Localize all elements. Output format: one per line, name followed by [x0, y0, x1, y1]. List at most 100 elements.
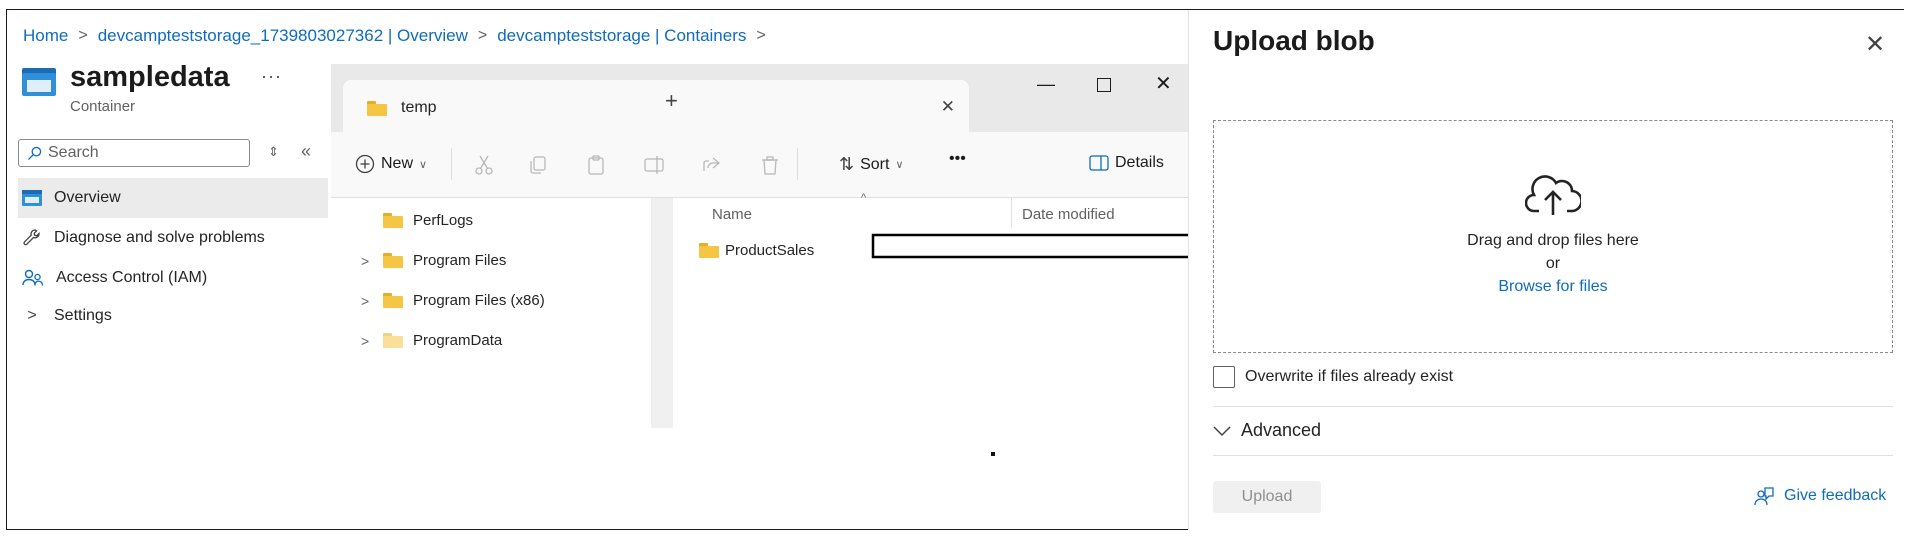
tree-item-label: Program Files (x86): [413, 292, 545, 309]
tree-item-perflogs[interactable]: PerfLogs: [361, 212, 473, 229]
breadcrumb-containers[interactable]: devcampteststorage | Containers: [497, 26, 746, 46]
search-input[interactable]: Search: [18, 139, 250, 167]
sort-icon: ⇅: [839, 154, 855, 174]
folder-icon: [367, 100, 387, 116]
more-options-button[interactable]: •••: [949, 150, 966, 168]
overwrite-checkbox[interactable]: Overwrite if files already exist: [1213, 366, 1453, 388]
breadcrumb: Home > devcampteststorage_1739803027362 …: [23, 26, 766, 46]
advanced-label: Advanced: [1241, 420, 1322, 440]
close-tab-icon[interactable]: ✕: [941, 97, 955, 117]
advanced-section-toggle[interactable]: Advanced: [1213, 420, 1321, 441]
tree-item-label: ProgramData: [413, 332, 503, 349]
chevron-right-icon: >: [756, 27, 766, 44]
share-icon[interactable]: [701, 154, 723, 176]
close-window-button[interactable]: ✕: [1155, 71, 1172, 96]
sort-label: Sort: [860, 155, 890, 173]
drop-instructions: Drag and drop files here: [1467, 232, 1639, 249]
folder-icon: [699, 243, 719, 258]
chevron-right-icon: >: [477, 27, 488, 44]
upload-blob-panel: Upload blob ✕ Drag and drop files here o…: [1188, 10, 1905, 530]
details-button[interactable]: Details: [1089, 154, 1164, 172]
paste-icon[interactable]: [585, 154, 607, 176]
chevron-down-icon: ∨: [419, 158, 428, 171]
details-label: Details: [1115, 154, 1164, 171]
blade-header: sampledata Container: [22, 61, 230, 115]
wrench-icon: [23, 229, 40, 246]
tree-item-label: Program Files: [413, 252, 507, 269]
navigation-tree: PerfLogs > Program Files > Program Files…: [331, 198, 651, 428]
breadcrumb-home[interactable]: Home: [23, 26, 68, 46]
panel-title: Upload blob: [1213, 25, 1375, 56]
breadcrumb-storage-overview[interactable]: devcampteststorage_1739803027362 | Overv…: [98, 26, 468, 46]
sidebar-item-label: Diagnose and solve problems: [54, 229, 265, 246]
expand-collapse-icon[interactable]: ⇕: [268, 144, 279, 160]
sidebar-item-overview[interactable]: Overview: [18, 178, 328, 218]
more-options-button[interactable]: ···: [261, 66, 282, 87]
delete-icon[interactable]: [759, 154, 781, 176]
page-title: sampledata: [70, 61, 230, 93]
file-name: ProductSales: [725, 242, 815, 259]
mouse-cursor-dot: [991, 452, 995, 456]
details-pane-icon: [1089, 155, 1109, 171]
sidebar-item-iam[interactable]: Access Control (IAM): [18, 258, 328, 298]
feedback-icon: [1754, 487, 1774, 506]
browse-files-link[interactable]: Browse for files: [1214, 278, 1892, 296]
give-feedback-link[interactable]: Give feedback: [1754, 485, 1886, 507]
sidebar-item-label: Access Control (IAM): [56, 269, 208, 286]
sidebar-item-settings[interactable]: > Settings: [18, 296, 328, 336]
rename-icon[interactable]: [643, 154, 665, 176]
new-label: New: [381, 155, 414, 172]
tree-item-programdata[interactable]: > ProgramData: [361, 332, 502, 349]
add-circle-icon: [355, 154, 375, 174]
upload-button[interactable]: Upload: [1213, 481, 1321, 513]
folder-icon: [383, 213, 403, 228]
new-tab-button[interactable]: +: [665, 88, 678, 114]
drop-or: or: [1545, 255, 1561, 272]
tree-item-label: PerfLogs: [413, 212, 474, 229]
cut-icon[interactable]: [473, 154, 495, 176]
chevron-right-icon[interactable]: >: [361, 253, 373, 269]
explorer-toolbar: New ∨ ⇅ Sort ∨ ••• Details: [331, 132, 1193, 198]
sidebar-item-label: Settings: [54, 307, 112, 324]
page-subtitle: Container: [70, 97, 136, 115]
tab-temp[interactable]: temp ✕: [343, 80, 969, 136]
collapse-menu-icon[interactable]: «: [301, 141, 311, 162]
chevron-right-icon: >: [78, 27, 88, 44]
copy-icon[interactable]: [527, 154, 549, 176]
file-row[interactable]: ProductSales: [699, 242, 814, 259]
tree-item-program-files-x86[interactable]: > Program Files (x86): [361, 292, 545, 309]
toolbar-divider: [451, 148, 452, 180]
feedback-label: Give feedback: [1784, 487, 1887, 504]
chevron-down-icon: [1213, 425, 1231, 436]
column-header-name[interactable]: Name: [712, 206, 752, 223]
pane-splitter[interactable]: [651, 198, 673, 428]
drop-zone[interactable]: Drag and drop files here or Browse for f…: [1213, 120, 1893, 353]
maximize-button[interactable]: [1097, 78, 1111, 92]
people-icon: [22, 269, 44, 286]
tab-title: temp: [401, 99, 437, 116]
cloud-upload-icon: [1524, 175, 1583, 215]
container-icon: [22, 68, 56, 96]
search-icon: [27, 146, 42, 160]
checkbox-box[interactable]: [1213, 366, 1235, 388]
folder-icon: [383, 293, 403, 308]
chevron-right-icon: >: [27, 307, 37, 324]
search-placeholder: Search: [48, 144, 99, 161]
close-icon[interactable]: ✕: [1865, 30, 1885, 59]
sort-arrow-icon: ^: [861, 192, 867, 204]
file-explorer-window: temp ✕ + — ✕ New ∨ ⇅ Sort ∨ ••• Details …: [331, 64, 1193, 529]
folder-icon: [383, 333, 403, 348]
chevron-right-icon[interactable]: >: [361, 333, 373, 349]
divider: [1213, 406, 1893, 407]
tree-item-program-files[interactable]: > Program Files: [361, 252, 506, 269]
chevron-down-icon: ∨: [895, 159, 904, 171]
checkbox-label: Overwrite if files already exist: [1245, 368, 1454, 385]
minimize-button[interactable]: —: [1037, 74, 1055, 95]
new-button[interactable]: New ∨: [355, 154, 427, 174]
sort-button[interactable]: ⇅ Sort ∨: [839, 154, 904, 175]
divider: [1213, 455, 1893, 456]
chevron-right-icon[interactable]: >: [361, 293, 373, 309]
sidebar-item-label: Overview: [54, 189, 121, 206]
sidebar-item-diagnose[interactable]: Diagnose and solve problems: [18, 218, 328, 258]
container-icon: [22, 190, 42, 206]
